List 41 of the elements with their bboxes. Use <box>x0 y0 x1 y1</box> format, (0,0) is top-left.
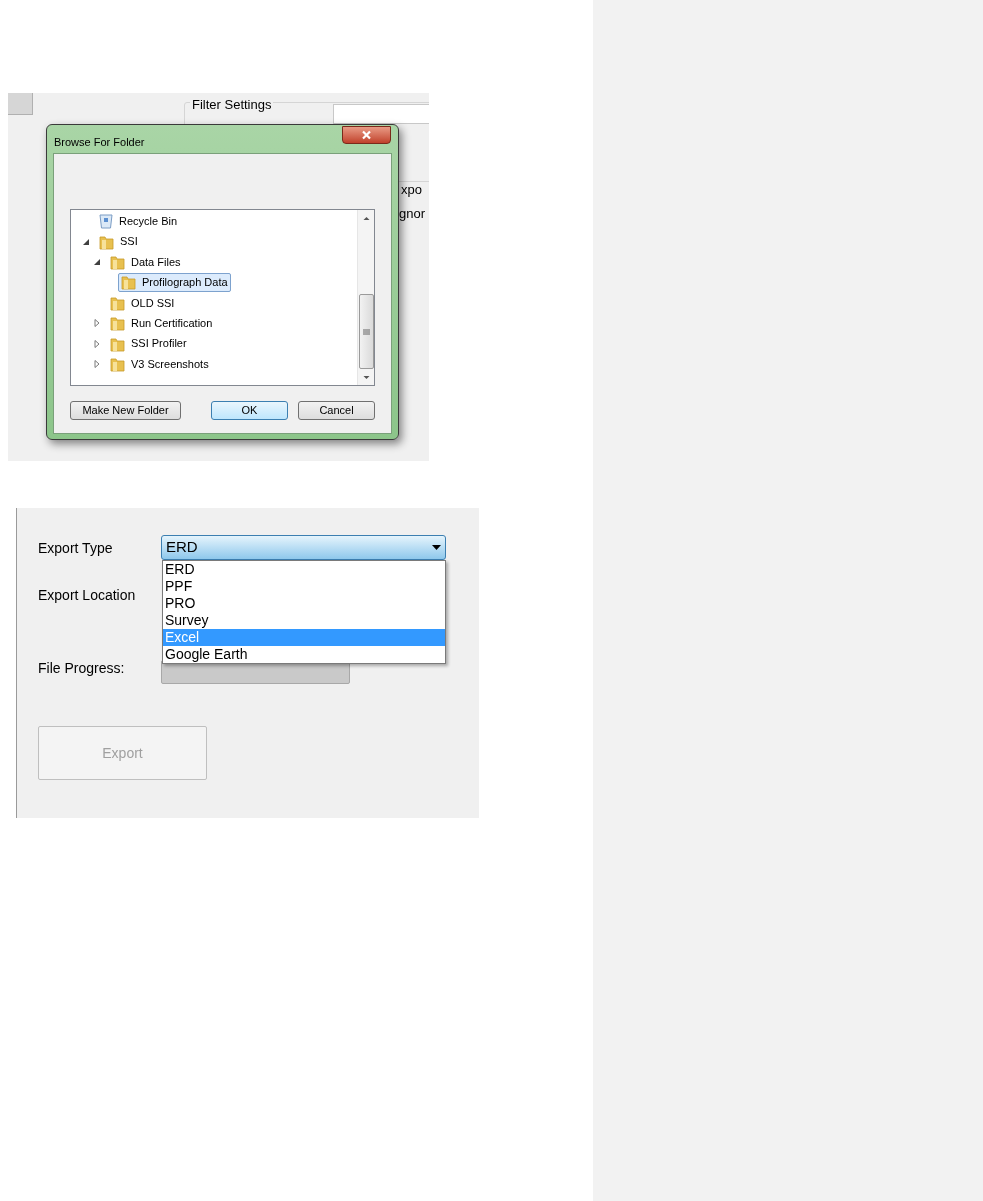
folder-icon <box>110 253 125 270</box>
tree-item[interactable]: SSI <box>96 232 141 252</box>
dropdown-option[interactable]: ERD <box>163 561 445 578</box>
folder-icon <box>110 355 125 372</box>
expand-arrow-icon[interactable] <box>92 338 102 349</box>
dropdown-option[interactable]: PPF <box>163 578 445 595</box>
export-type-dropdown[interactable]: ERD <box>161 535 446 560</box>
dialog-title: Browse For Folder <box>54 135 145 150</box>
dropdown-option[interactable]: Survey <box>163 612 445 629</box>
expand-arrow-icon[interactable] <box>92 318 102 329</box>
expand-arrow-icon[interactable] <box>92 358 102 369</box>
label: File Progress: <box>38 659 125 678</box>
caret-icon <box>432 545 441 550</box>
tree-item[interactable]: Data Files <box>107 252 184 272</box>
tree-item[interactable]: SSI Profiler <box>107 334 190 354</box>
tree-item[interactable]: Run Certification <box>107 313 216 333</box>
tree-item[interactable]: OLD SSI <box>107 293 178 313</box>
folder-icon <box>110 315 125 332</box>
scroll-thumb[interactable] <box>358 294 374 369</box>
folder-icon <box>121 274 136 291</box>
scrollbar[interactable] <box>357 210 374 385</box>
label: gnor <box>399 205 426 223</box>
close-button[interactable] <box>342 126 391 144</box>
tree-item[interactable]: Profilograph Data <box>118 272 231 292</box>
tree-item[interactable]: Recycle Bin <box>96 211 181 231</box>
label: Export Location <box>38 586 136 605</box>
dialog-button[interactable]: Make New Folder <box>70 401 181 420</box>
label: xpo <box>401 181 422 199</box>
folder-icon <box>110 294 125 311</box>
dialog-button[interactable]: OK <box>211 401 288 420</box>
close-icon <box>361 130 372 140</box>
dropdown-option[interactable]: Google Earth <box>163 646 445 663</box>
grip-icon <box>362 328 370 335</box>
folder-icon <box>110 335 125 352</box>
tree-item[interactable]: V3 Screenshots <box>107 354 212 374</box>
dialog-button[interactable]: Cancel <box>298 401 375 420</box>
dropdown-option[interactable]: PRO <box>163 595 445 612</box>
recycle-bin-icon <box>99 213 113 230</box>
label: Export Type <box>38 539 113 558</box>
folder-icon <box>99 233 114 250</box>
text-field[interactable] <box>333 104 429 124</box>
